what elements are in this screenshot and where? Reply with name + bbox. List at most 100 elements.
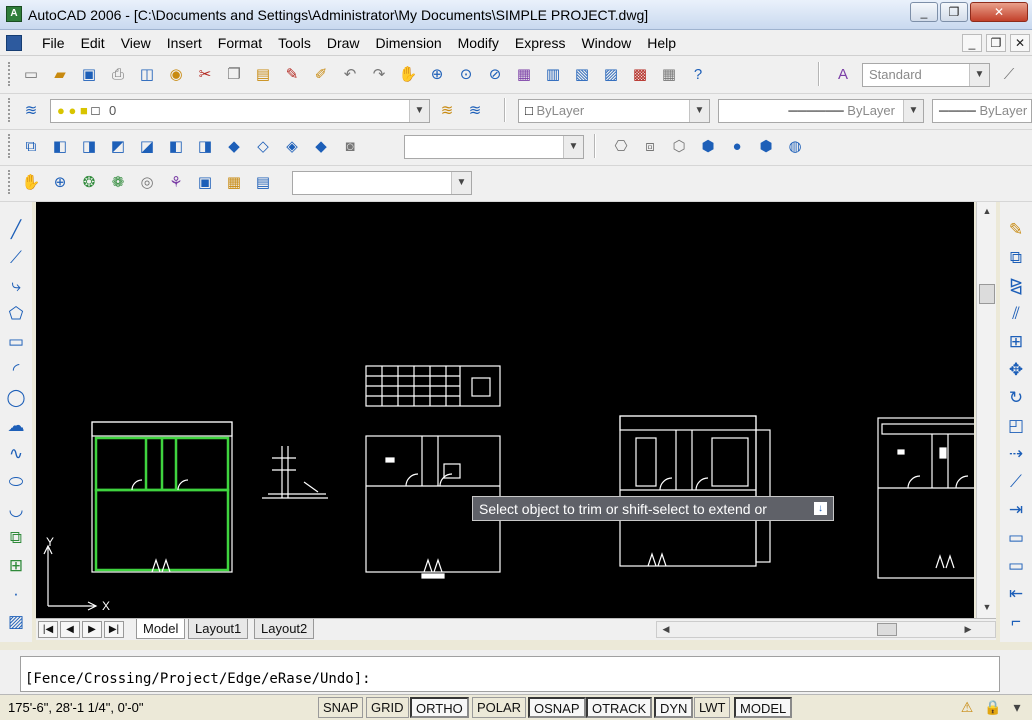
coordinate-display[interactable]: 175'-6", 28'-1 1/4", 0'-0" — [8, 700, 143, 715]
trim-icon[interactable]: ⟋ — [1004, 470, 1028, 494]
plot-icon[interactable]: ⎙ — [105, 62, 131, 86]
chevron-down-icon[interactable]: ▼ — [563, 136, 583, 158]
menu-express[interactable]: Express — [507, 34, 574, 52]
plot-preview-icon[interactable]: ◫ — [134, 62, 160, 86]
dim-style-icon[interactable]: ⟋ — [996, 62, 1022, 86]
bottom-view-icon[interactable]: ◨ — [76, 134, 102, 158]
properties-icon[interactable]: ▦ — [511, 62, 537, 86]
hidden-icon[interactable]: ⬡ — [666, 134, 692, 158]
down-arrow-icon[interactable]: ↓ — [814, 502, 827, 515]
continuous-orbit-icon[interactable]: ❁ — [105, 170, 131, 194]
horizontal-scrollbar[interactable]: ◀ ▶ — [656, 621, 996, 638]
open-icon[interactable]: ▰ — [47, 62, 73, 86]
layer-select[interactable]: ● ● ■ □ 0 ▼ — [50, 99, 430, 123]
tab-model[interactable]: Model — [136, 619, 186, 639]
stair-grid[interactable] — [365, 365, 501, 407]
new-icon[interactable]: ▭ — [18, 62, 44, 86]
named-view-select[interactable]: ▼ — [404, 135, 584, 159]
text-style-select[interactable]: Standard ▼ — [862, 63, 990, 87]
floor-plan-1-selected[interactable] — [91, 421, 233, 573]
scale-icon[interactable]: ◰ — [1004, 414, 1028, 438]
toolbar-lock-icon[interactable]: 🔒 — [984, 698, 1002, 716]
menu-insert[interactable]: Insert — [159, 34, 210, 52]
insert-block-icon[interactable]: ⧉ — [4, 526, 28, 550]
chamfer-icon[interactable]: ⇤ — [1004, 582, 1028, 606]
nw-isometric-icon[interactable]: ◆ — [308, 134, 334, 158]
make-block-icon[interactable]: ⊞ — [4, 554, 28, 578]
ne-isometric-icon[interactable]: ◈ — [279, 134, 305, 158]
undo-icon[interactable]: ↶ — [337, 62, 363, 86]
communication-center-icon[interactable]: ⚠ — [958, 698, 976, 716]
ellipse-arc-icon[interactable]: ◡ — [4, 498, 28, 522]
polar-toggle[interactable]: POLAR — [472, 697, 527, 718]
design-center-icon[interactable]: ▥ — [540, 62, 566, 86]
zoom-previous-icon[interactable]: ⊘ — [482, 62, 508, 86]
join-icon[interactable]: ▭ — [1004, 554, 1028, 578]
save-icon[interactable]: ▣ — [76, 62, 102, 86]
tab-layout2[interactable]: Layout2 — [254, 619, 315, 639]
markup-icon[interactable]: ▩ — [627, 62, 653, 86]
toolbar-grip[interactable] — [8, 62, 12, 86]
flat-edges-icon[interactable]: ⬢ — [753, 134, 779, 158]
back-clip-icon[interactable]: ▤ — [250, 170, 276, 194]
erase-icon[interactable]: ✎ — [1004, 218, 1028, 242]
swivel-icon[interactable]: ⚘ — [163, 170, 189, 194]
layer-previous-icon[interactable]: ≋ — [462, 98, 488, 122]
vertical-scrollbar[interactable]: ▲ ▼ — [976, 202, 996, 618]
stretch-icon[interactable]: ⇢ — [1004, 442, 1028, 466]
doc-minimize-button[interactable]: _ — [962, 34, 982, 52]
3d-zoom-icon[interactable]: ⊕ — [47, 170, 73, 194]
flat-shaded-icon[interactable]: ⬢ — [695, 134, 721, 158]
menu-window[interactable]: Window — [573, 34, 639, 52]
adjust-distance-icon[interactable]: ◎ — [134, 170, 160, 194]
hatch-icon[interactable]: ▨ — [4, 610, 28, 634]
block-editor-icon[interactable]: ✐ — [308, 62, 334, 86]
copy-icon[interactable]: ❐ — [221, 62, 247, 86]
2d-wireframe-icon[interactable]: ⎔ — [608, 134, 634, 158]
ortho-toggle[interactable]: ORTHO — [410, 697, 469, 718]
help-icon[interactable]: ? — [685, 62, 711, 86]
camera-icon[interactable]: ◙ — [337, 134, 363, 158]
color-control-select[interactable]: □ ByLayer ▼ — [518, 99, 710, 123]
rotate-icon[interactable]: ↻ — [1004, 386, 1028, 410]
scroll-left-icon[interactable]: ◀ — [659, 622, 673, 637]
zoom-window-icon[interactable]: ⊙ — [453, 62, 479, 86]
extend-icon[interactable]: ⇥ — [1004, 498, 1028, 522]
snap-toggle[interactable]: SNAP — [318, 697, 364, 718]
hscroll-thumb[interactable] — [877, 623, 897, 636]
toolbar-grip[interactable] — [8, 134, 12, 158]
make-layer-current-icon[interactable]: ≋ — [434, 98, 460, 122]
chevron-down-icon[interactable]: ▼ — [903, 100, 923, 122]
scroll-right-icon[interactable]: ▶ — [961, 622, 975, 637]
3d-pan-icon[interactable]: ✋ — [18, 170, 44, 194]
chevron-down-icon[interactable]: ▼ — [409, 100, 429, 122]
layer-manager-icon[interactable]: ≋ — [18, 98, 44, 122]
circle-icon[interactable]: ◯ — [4, 386, 28, 410]
chevron-down-icon[interactable]: ▼ — [451, 172, 471, 194]
menu-tools[interactable]: Tools — [270, 34, 319, 52]
line-icon[interactable]: ╱ — [4, 218, 28, 242]
gouraud-shaded-icon[interactable]: ● — [724, 134, 750, 158]
scroll-down-icon[interactable]: ▼ — [979, 600, 995, 614]
zoom-realtime-icon[interactable]: ⊕ — [424, 62, 450, 86]
front-clip-icon[interactable]: ▦ — [221, 170, 247, 194]
toolbar-grip[interactable] — [8, 170, 12, 194]
pan-icon[interactable]: ✋ — [395, 62, 421, 86]
menu-format[interactable]: Format — [210, 34, 270, 52]
linetype-control-select[interactable]: ────── ByLayer ▼ — [718, 99, 924, 123]
polyline-icon[interactable]: ⤷ — [4, 274, 28, 298]
calculator-icon[interactable]: ▦ — [656, 62, 682, 86]
scroll-thumb[interactable] — [979, 284, 995, 304]
break-icon[interactable]: ▭ — [1004, 526, 1028, 550]
otrack-toggle[interactable]: OTRACK — [586, 697, 653, 718]
menu-modify[interactable]: Modify — [450, 34, 507, 52]
doc-restore-button[interactable]: ❐ — [986, 34, 1006, 52]
menu-file[interactable]: File — [34, 34, 73, 52]
menu-dimension[interactable]: Dimension — [368, 34, 450, 52]
fillet-icon[interactable]: ⌐ — [1004, 610, 1028, 634]
array-icon[interactable]: ⊞ — [1004, 330, 1028, 354]
menu-draw[interactable]: Draw — [319, 34, 368, 52]
prev-tab-icon[interactable]: ◀ — [60, 621, 80, 638]
next-tab-icon[interactable]: ▶ — [82, 621, 102, 638]
osnap-toggle[interactable]: OSNAP — [528, 697, 586, 718]
